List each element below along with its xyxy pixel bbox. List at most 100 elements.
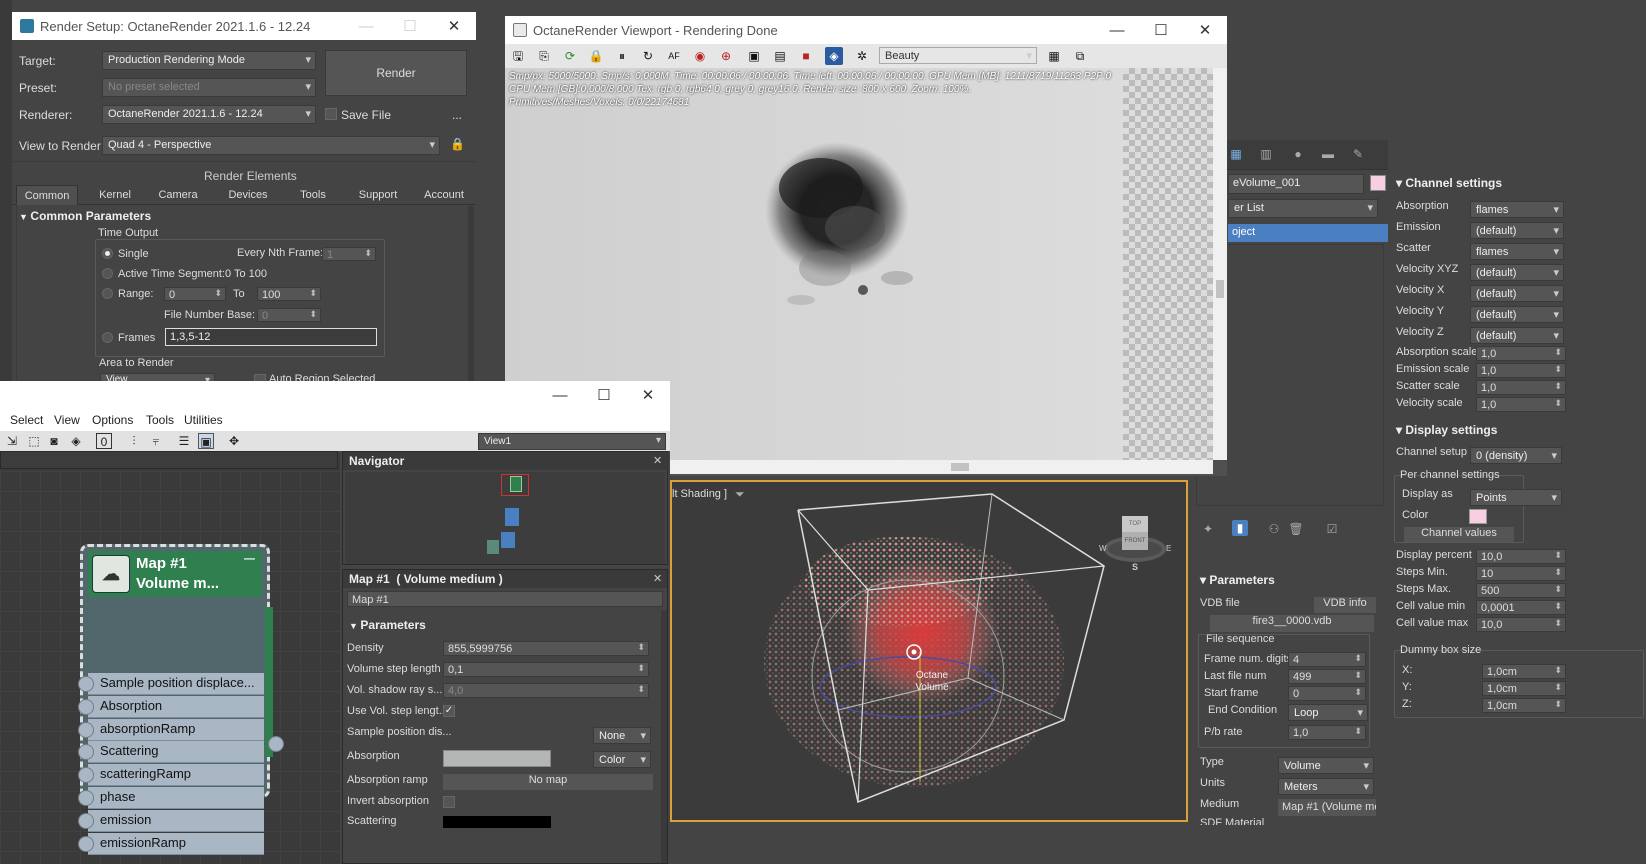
lock-icon[interactable]: 🔒 — [587, 47, 605, 65]
parameters-title[interactable]: ▼ Parameters — [349, 618, 426, 632]
node-view[interactable]: ☁ Map #1 Volume m... — Sample position d… — [0, 451, 340, 864]
configure-sets-icon[interactable]: ☑ — [1324, 521, 1340, 537]
show-end-result-icon[interactable]: ▮ — [1232, 520, 1248, 536]
node-collapse-icon[interactable]: — — [244, 553, 255, 565]
record-icon[interactable]: ■ — [797, 47, 815, 65]
vdb-info-button[interactable]: VDB info — [1314, 597, 1376, 613]
render-pass-dropdown[interactable]: Beauty — [879, 47, 1037, 64]
frames-input[interactable]: 1,3,5-12 — [165, 328, 377, 346]
passes-list-icon[interactable]: ▦ — [1045, 47, 1063, 65]
object-picker-icon[interactable]: ⊕ — [717, 47, 735, 65]
assign-material-icon[interactable]: ◙ — [46, 433, 62, 449]
motion-icon[interactable]: ● — [1290, 146, 1306, 162]
render-button[interactable]: Render — [325, 50, 467, 96]
node-slot-3[interactable]: Scattering — [88, 741, 264, 764]
delete-selected-icon[interactable]: ◈ — [68, 433, 84, 449]
pick-material-icon[interactable]: ⬚ — [26, 433, 42, 449]
color-swatch[interactable] — [1469, 509, 1487, 524]
view-cube-top[interactable]: TOP — [1122, 516, 1148, 532]
display-spinner[interactable]: 0,0001 — [1476, 600, 1566, 615]
preset-dropdown[interactable]: No preset selected — [102, 78, 316, 97]
active-segment-radio[interactable] — [102, 268, 113, 279]
absorption-ramp-button[interactable]: No map — [443, 774, 653, 790]
rs-minimize-button[interactable]: — — [344, 12, 388, 40]
minimize-button[interactable]: — — [1095, 16, 1139, 44]
copy-icon[interactable]: ⎘ — [535, 47, 553, 65]
channel-dropdown[interactable]: (default) — [1470, 306, 1564, 323]
highlight-icon[interactable]: ✥ — [226, 433, 242, 449]
vertical-scrollbar[interactable] — [1213, 68, 1227, 460]
node-slot-6[interactable]: emission — [88, 809, 264, 832]
create-panel-icon[interactable]: ▦ — [1228, 146, 1244, 162]
show-map-icon[interactable]: 0 — [96, 433, 112, 449]
param-scrollbar[interactable] — [661, 610, 667, 863]
node-slot-2[interactable]: absorptionRamp — [88, 718, 264, 741]
rs-maximize-button[interactable]: ☐ — [388, 12, 432, 40]
object-name-field[interactable]: eVolume_001 — [1228, 174, 1364, 194]
pause-icon[interactable]: ⏸ — [613, 47, 631, 65]
navigator-close-icon[interactable]: ✕ — [653, 454, 662, 467]
invert-absorption-checkbox[interactable] — [443, 796, 455, 808]
autofocus-icon[interactable]: AF — [665, 47, 683, 65]
file-number-base-spinner[interactable]: 0 — [257, 308, 321, 322]
node-slot-1[interactable]: Absorption — [88, 695, 264, 718]
display-spinner[interactable]: 10 — [1476, 566, 1566, 581]
rollout-scrollbar[interactable] — [468, 206, 474, 382]
dummy-size-spinner[interactable]: 1,0cm — [1482, 681, 1566, 696]
channel-dropdown[interactable]: flames — [1470, 243, 1564, 260]
scale-spinner[interactable]: 1,0 — [1476, 363, 1566, 378]
display-as-dropdown[interactable]: Points — [1470, 489, 1562, 506]
node-input-socket[interactable] — [78, 676, 94, 692]
remove-modifier-icon[interactable]: 🗑 — [1288, 521, 1304, 537]
channel-settings-title[interactable]: ▾ Channel settings — [1396, 176, 1502, 190]
select-tool-icon[interactable]: ⇲ — [4, 433, 20, 449]
display-settings-title[interactable]: ▾ Display settings — [1396, 423, 1497, 437]
tab-tools[interactable]: Tools — [288, 185, 338, 205]
tab-camera[interactable]: Camera — [148, 185, 208, 205]
slate-close-button[interactable]: ✕ — [626, 381, 670, 409]
lock-view-icon[interactable]: 🔒 — [450, 137, 465, 151]
region-icon[interactable]: ▣ — [745, 47, 763, 65]
node-slot-0[interactable]: Sample position displace... — [88, 673, 264, 695]
node-input-socket[interactable] — [78, 698, 94, 715]
rs-close-button[interactable]: ✕ — [432, 12, 476, 40]
save-render-icon[interactable]: 🖫 — [509, 47, 527, 65]
node-slot-7[interactable]: emissionRamp — [88, 832, 264, 855]
range-to-spinner[interactable]: 100 — [257, 287, 321, 301]
modifier-stack-item[interactable]: oject — [1228, 224, 1388, 242]
menu-tools[interactable]: Tools — [146, 413, 174, 427]
absorption-color-swatch[interactable] — [443, 750, 551, 767]
channel-dropdown[interactable]: (default) — [1470, 222, 1564, 239]
absorption-mode-dropdown[interactable]: Color — [593, 751, 651, 768]
dummy-size-spinner[interactable]: 1,0cm — [1482, 664, 1566, 679]
slate-maximize-button[interactable]: ☐ — [582, 381, 626, 409]
channel-dropdown[interactable]: flames — [1470, 201, 1564, 218]
every-nth-spinner[interactable]: 1 — [322, 247, 376, 261]
nav-toggle-icon[interactable]: ▣ — [198, 433, 214, 449]
compare-icon[interactable]: ⧉ — [1071, 47, 1089, 65]
view-cube-front[interactable]: FRONT — [1122, 532, 1148, 550]
step-length-spinner[interactable]: 0,1 — [443, 662, 649, 677]
use-step-checkbox[interactable]: ✓ — [443, 705, 455, 717]
pb-rate-spinner[interactable]: 1,0 — [1288, 725, 1366, 740]
scale-spinner[interactable]: 1,0 — [1476, 346, 1566, 361]
end-condition-dropdown[interactable]: Loop — [1288, 704, 1368, 721]
scale-spinner[interactable]: 1,0 — [1476, 380, 1566, 395]
maximize-button[interactable]: ☐ — [1139, 16, 1183, 44]
perspective-viewport[interactable]: lt Shading ] ⏷ Octane Volume TOP FRONT W… — [670, 480, 1188, 822]
single-radio[interactable] — [102, 248, 113, 259]
tab-common[interactable]: Common — [16, 185, 78, 205]
make-unique-icon[interactable]: ⚇ — [1266, 521, 1282, 537]
node-input-socket[interactable] — [78, 812, 94, 829]
display-spinner[interactable]: 10,0 — [1476, 549, 1566, 564]
density-spinner[interactable]: 855,5999756 — [443, 641, 649, 656]
sample-position-dropdown[interactable]: None — [593, 727, 651, 744]
display-spinner[interactable]: 10,0 — [1476, 617, 1566, 632]
scattering-color-swatch[interactable] — [443, 816, 551, 828]
view-cube[interactable]: TOP FRONT W E S — [1099, 516, 1171, 572]
frames-radio[interactable] — [102, 332, 113, 343]
type-dropdown[interactable]: Volume — [1278, 757, 1374, 774]
save-file-browse-button[interactable]: ... — [452, 108, 462, 122]
tab-devices[interactable]: Devices — [217, 185, 279, 205]
close-button[interactable]: ✕ — [1183, 16, 1227, 44]
